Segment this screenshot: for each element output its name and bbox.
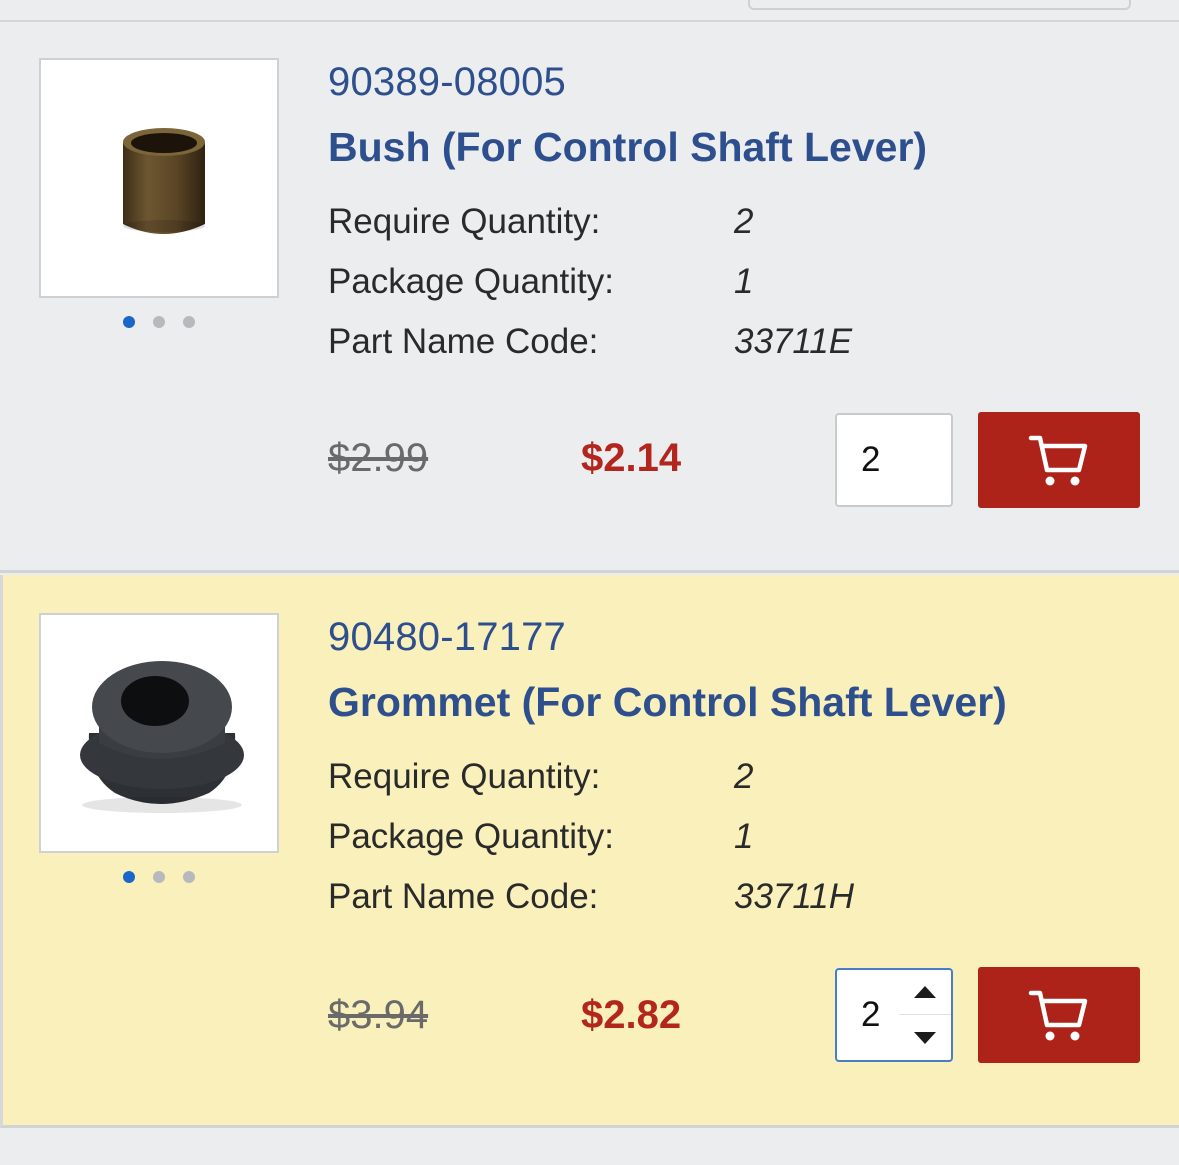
carousel-dot[interactable]	[153, 316, 165, 328]
carousel-dot[interactable]	[123, 316, 135, 328]
carousel-dot[interactable]	[153, 871, 165, 883]
quantity-stepper[interactable]: 2	[835, 968, 953, 1062]
quantity-input[interactable]: 2	[835, 413, 953, 507]
previous-item-edge	[0, 0, 1179, 22]
carousel-dot[interactable]	[183, 871, 195, 883]
part-image[interactable]	[39, 613, 279, 853]
require-quantity-label: Require Quantity:	[328, 757, 601, 796]
require-quantity-label: Require Quantity:	[328, 202, 601, 241]
cart-icon	[1028, 435, 1088, 486]
add-to-cart-button[interactable]	[978, 967, 1140, 1063]
part-number-link[interactable]: 90389-08005	[328, 60, 566, 105]
part-row-highlighted: 90480-17177 Grommet (For Control Shaft L…	[0, 575, 1179, 1128]
part-image[interactable]	[39, 58, 279, 298]
stepper-controls	[899, 970, 951, 1060]
part-name-code-value: 33711H	[734, 877, 855, 916]
cart-icon	[1028, 990, 1088, 1041]
previous-item-control-edge	[748, 0, 1131, 10]
carousel-dot[interactable]	[123, 871, 135, 883]
add-to-cart-button[interactable]	[978, 412, 1140, 508]
part-name-code-value: 33711E	[734, 322, 853, 361]
part-name-code-label: Part Name Code:	[328, 877, 599, 916]
bronze-bushing-image	[123, 128, 205, 234]
part-title-link[interactable]: Grommet (For Control Shaft Lever)	[328, 679, 1007, 726]
quantity-value: 2	[861, 440, 881, 479]
part-number-link[interactable]: 90480-17177	[328, 615, 566, 660]
require-quantity-value: 2	[734, 757, 754, 796]
sale-price: $2.82	[581, 993, 682, 1037]
sale-price: $2.14	[581, 436, 682, 480]
part-title-link[interactable]: Bush (For Control Shaft Lever)	[328, 124, 927, 171]
part-name-code-label: Part Name Code:	[328, 322, 599, 361]
increment-button[interactable]	[899, 970, 951, 1015]
arrow-down-icon	[914, 1031, 936, 1044]
carousel-dot[interactable]	[183, 316, 195, 328]
package-quantity-label: Package Quantity:	[328, 262, 614, 301]
require-quantity-value: 2	[734, 202, 754, 241]
decrement-button[interactable]	[899, 1015, 951, 1060]
package-quantity-value: 1	[734, 262, 754, 301]
arrow-up-icon	[914, 986, 936, 998]
package-quantity-value: 1	[734, 817, 754, 856]
rubber-grommet-image	[80, 661, 244, 813]
package-quantity-label: Package Quantity:	[328, 817, 614, 856]
part-row: 90389-08005 Bush (For Control Shaft Leve…	[0, 22, 1179, 573]
original-price: $2.99	[328, 436, 429, 480]
original-price: $3.94	[328, 993, 429, 1037]
quantity-value: 2	[861, 995, 881, 1034]
